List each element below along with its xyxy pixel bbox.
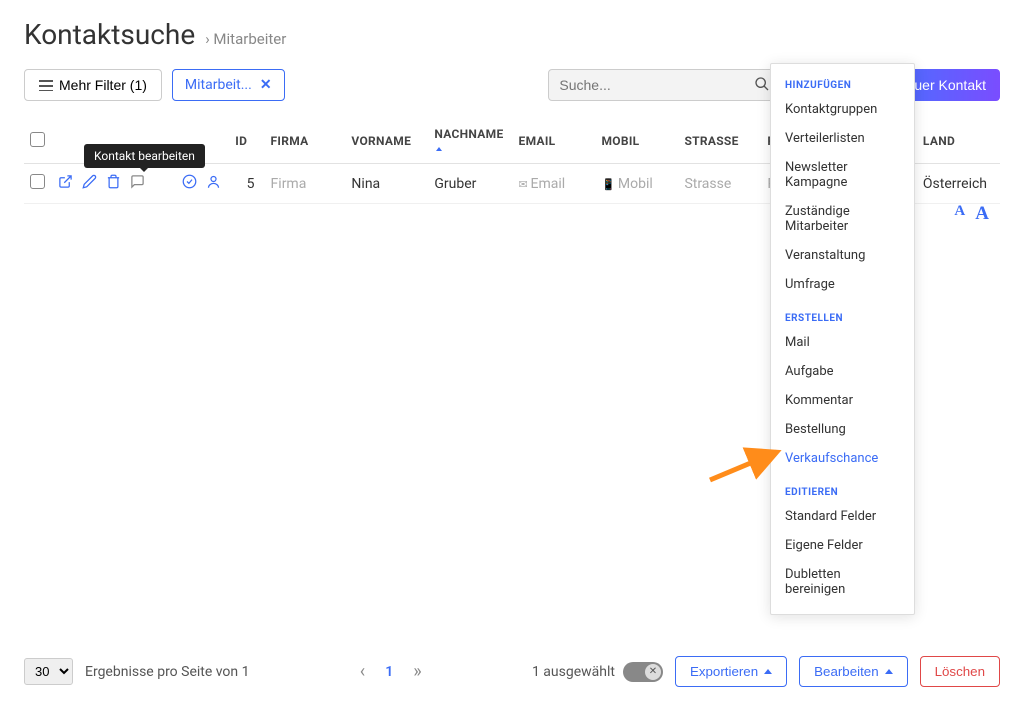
new-contact-label: uer Kontakt bbox=[914, 77, 986, 93]
comment-icon[interactable] bbox=[130, 174, 145, 193]
page-prev-button[interactable]: ‹ bbox=[354, 661, 371, 682]
filter-chip-mitarbeiter[interactable]: Mitarbeit... ✕ bbox=[172, 69, 285, 101]
bearbeiten-button[interactable]: Bearbeiten bbox=[799, 656, 907, 687]
cell-strasse[interactable]: Strasse bbox=[678, 164, 761, 204]
sort-icon bbox=[436, 147, 442, 151]
delete-button[interactable]: Löschen bbox=[920, 656, 1000, 687]
dd-section-edit: EDITIEREN bbox=[771, 481, 914, 502]
col-land[interactable]: LAND bbox=[917, 119, 1000, 164]
font-large-icon[interactable]: A bbox=[975, 203, 989, 225]
breadcrumb[interactable]: Mitarbeiter bbox=[205, 30, 286, 48]
dd-dubletten-bereinigen[interactable]: Dubletten bereinigen bbox=[771, 560, 914, 604]
cell-nachname: Gruber bbox=[428, 164, 512, 204]
search-input[interactable] bbox=[548, 69, 778, 101]
selected-count-label: 1 ausgewählt bbox=[532, 664, 615, 680]
row-checkbox[interactable] bbox=[30, 174, 45, 189]
font-small-icon[interactable]: A bbox=[954, 203, 965, 225]
trash-icon[interactable] bbox=[106, 174, 121, 193]
export-button[interactable]: Exportieren bbox=[675, 656, 787, 687]
dd-veranstaltung[interactable]: Veranstaltung bbox=[771, 241, 914, 270]
font-size-controls: A A bbox=[954, 203, 989, 225]
col-strasse[interactable]: STRASSE bbox=[678, 119, 761, 164]
dd-verkaufschance[interactable]: Verkaufschance bbox=[771, 444, 914, 473]
chevron-up-icon bbox=[885, 669, 893, 674]
new-contact-button[interactable]: uer Kontakt bbox=[900, 69, 1000, 101]
page-current[interactable]: 1 bbox=[385, 664, 393, 680]
pagination: ‹ 1 » bbox=[354, 661, 428, 682]
edit-tooltip: Kontakt bearbeiten bbox=[84, 144, 205, 168]
page-next-button[interactable]: » bbox=[407, 661, 427, 682]
selection-toggle[interactable] bbox=[623, 662, 663, 682]
filter-label: Mehr Filter (1) bbox=[59, 77, 147, 93]
col-vorname[interactable]: VORNAME bbox=[345, 119, 428, 164]
more-filter-button[interactable]: Mehr Filter (1) bbox=[24, 69, 162, 101]
annotation-arrow bbox=[705, 440, 790, 485]
chevron-up-icon bbox=[764, 669, 772, 674]
dd-standard-felder[interactable]: Standard Felder bbox=[771, 502, 914, 531]
edit-icon[interactable] bbox=[82, 174, 97, 193]
col-email[interactable]: EMAIL bbox=[513, 119, 596, 164]
col-mobil[interactable]: MOBIL bbox=[595, 119, 678, 164]
col-firma[interactable]: FIRMA bbox=[265, 119, 346, 164]
footer-bar: 30 Ergebnisse pro Seite von 1 ‹ 1 » 1 au… bbox=[0, 646, 1024, 701]
chip-label: Mitarbeit... bbox=[185, 77, 252, 93]
cell-land: Österreich bbox=[917, 164, 1000, 204]
dd-section-create: ERSTELLEN bbox=[771, 307, 914, 328]
open-external-icon[interactable] bbox=[58, 174, 73, 193]
bearbeiten-dropdown: HINZUFÜGEN Kontaktgruppen Verteilerliste… bbox=[770, 63, 915, 615]
dd-kontaktgruppen[interactable]: Kontaktgruppen bbox=[771, 95, 914, 124]
dd-section-add: HINZUFÜGEN bbox=[771, 74, 914, 95]
cell-email[interactable]: ✉ Email bbox=[513, 164, 596, 204]
results-per-page-label: Ergebnisse pro Seite von 1 bbox=[85, 664, 249, 680]
close-icon[interactable]: ✕ bbox=[260, 77, 272, 93]
col-id[interactable]: ID bbox=[229, 119, 264, 164]
cell-mobil[interactable]: 📱 Mobil bbox=[595, 164, 678, 204]
dd-kommentar[interactable]: Kommentar bbox=[771, 386, 914, 415]
person-icon[interactable] bbox=[206, 174, 221, 193]
dd-zustandige-mitarbeiter[interactable]: Zuständige Mitarbeiter bbox=[771, 197, 914, 241]
dd-bestellung[interactable]: Bestellung bbox=[771, 415, 914, 444]
page-size-select[interactable]: 30 bbox=[24, 658, 73, 685]
cell-id: 5 bbox=[229, 164, 264, 204]
page-title: Kontaktsuche bbox=[24, 18, 195, 51]
col-nachname[interactable]: NACHNAME bbox=[428, 119, 512, 164]
dd-eigene-felder[interactable]: Eigene Felder bbox=[771, 531, 914, 560]
dd-umfrage[interactable]: Umfrage bbox=[771, 270, 914, 299]
cell-firma[interactable]: Firma bbox=[265, 164, 346, 204]
check-circle-icon[interactable] bbox=[182, 174, 197, 193]
cell-vorname: Nina bbox=[345, 164, 428, 204]
dd-aufgabe[interactable]: Aufgabe bbox=[771, 357, 914, 386]
dd-newsletter-kampagne[interactable]: Newsletter Kampagne bbox=[771, 153, 914, 197]
dd-mail[interactable]: Mail bbox=[771, 328, 914, 357]
select-all-checkbox[interactable] bbox=[30, 132, 45, 147]
dd-verteilerlisten[interactable]: Verteilerlisten bbox=[771, 124, 914, 153]
